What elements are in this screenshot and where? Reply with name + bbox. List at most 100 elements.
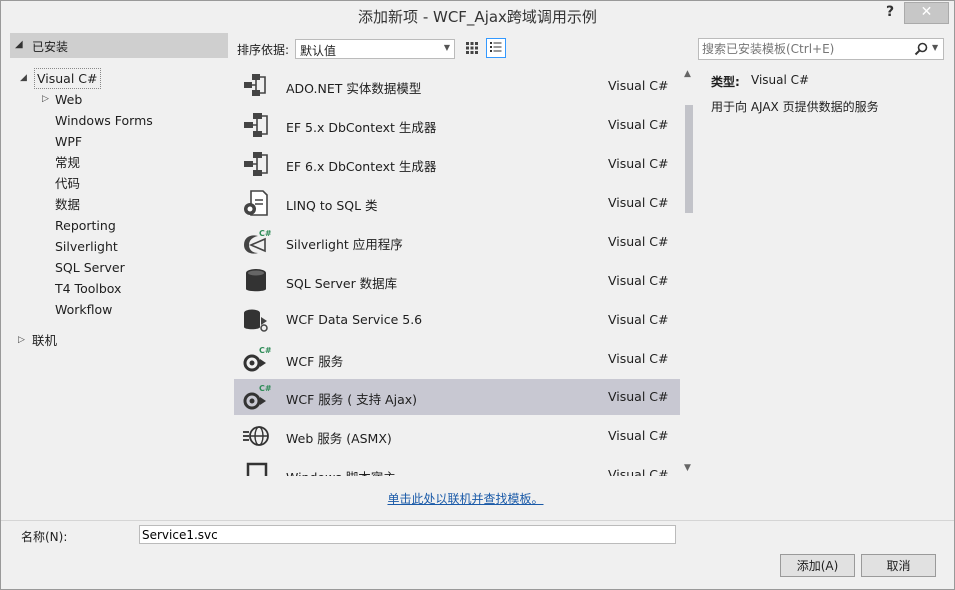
tree-item-online[interactable]: ▷ 联机: [10, 330, 228, 351]
template-language: Visual C#: [608, 273, 669, 288]
tree-item-code[interactable]: 代码: [55, 173, 80, 194]
chevron-down-icon: ▼: [443, 43, 450, 52]
installed-header[interactable]: ◢ 已安装: [10, 33, 228, 58]
tree-item-windows-forms[interactable]: Windows Forms: [55, 110, 153, 131]
template-name: WCF 服务 ( 支持 Ajax): [286, 392, 418, 407]
web-service-icon: [243, 426, 269, 446]
list-view-icon: [490, 42, 502, 52]
template-name: SQL Server 数据库: [286, 276, 398, 291]
template-language: Visual C#: [608, 312, 669, 327]
title-bar: 添加新项 - WCF_Ajax跨域调用示例 ? ✕: [1, 1, 954, 31]
help-button[interactable]: ?: [881, 4, 899, 22]
template-list: ADO.NET 实体数据模型 Visual C# EF 5.x DbContex…: [234, 65, 697, 476]
search-icon[interactable]: [913, 41, 929, 57]
cancel-button[interactable]: 取消: [861, 554, 936, 577]
svg-text:C#: C#: [259, 346, 271, 355]
tree-item-label: Visual C#: [34, 68, 101, 89]
template-name: Web 服务 (ASMX): [286, 431, 392, 446]
template-name: EF 5.x DbContext 生成器: [286, 120, 437, 135]
template-language: Visual C#: [608, 117, 669, 132]
tree-item-web[interactable]: ▷ Web: [10, 89, 228, 110]
collapse-arrow-icon: ◢: [15, 39, 23, 50]
name-label: 名称(N):: [21, 530, 68, 544]
template-name: WCF 服务: [286, 354, 344, 369]
template-name: Windows 脚本宿主: [286, 467, 396, 476]
installed-label: 已安装: [32, 40, 69, 54]
category-tree: ◢ 已安装 ◢ Visual C# ▷ Web Windows Forms WP…: [10, 33, 228, 509]
template-language: Visual C#: [608, 428, 669, 443]
svg-text:C#: C#: [259, 229, 271, 238]
tree-item-label: 联机: [32, 333, 58, 348]
close-button[interactable]: ✕: [904, 2, 949, 24]
entity-model-icon: [244, 74, 266, 96]
template-item-sql-server-database[interactable]: SQL Server 数据库 Visual C#: [234, 263, 680, 299]
template-name: Silverlight 应用程序: [286, 237, 403, 252]
wcf-service-icon: C#: [243, 346, 271, 372]
collapsed-arrow-icon: ▷: [18, 335, 25, 345]
sort-dropdown[interactable]: 默认值 ▼: [295, 39, 455, 59]
template-item-linq-to-sql[interactable]: LINQ to SQL 类 Visual C#: [234, 185, 680, 221]
scroll-up-icon[interactable]: ▲: [684, 69, 691, 79]
linq-to-sql-icon: [244, 190, 268, 216]
template-item-wcf-service[interactable]: C# WCF 服务 Visual C#: [234, 341, 680, 377]
svg-text:C#: C#: [259, 384, 271, 393]
template-description: 用于向 AJAX 页提供数据的服务: [711, 100, 879, 114]
tree-item-sql-server[interactable]: SQL Server: [55, 257, 125, 278]
script-host-icon: [246, 462, 268, 476]
tree-item-general[interactable]: 常规: [55, 152, 80, 173]
add-button[interactable]: 添加(A): [780, 554, 855, 577]
template-language: Visual C#: [608, 78, 669, 93]
template-item-ado-net-entity-model[interactable]: ADO.NET 实体数据模型 Visual C#: [234, 68, 680, 104]
list-view-button[interactable]: [486, 38, 506, 58]
chevron-down-icon[interactable]: ▼: [932, 43, 938, 52]
wcf-ajax-service-icon: C#: [243, 384, 271, 410]
template-item-web-service-asmx[interactable]: Web 服务 (ASMX) Visual C#: [234, 418, 680, 454]
template-item-silverlight-app[interactable]: C# Silverlight 应用程序 Visual C#: [234, 224, 680, 260]
sort-label: 排序依据:: [237, 43, 290, 57]
template-item-wcf-ajax-service[interactable]: C# WCF 服务 ( 支持 Ajax) Visual C#: [234, 379, 680, 415]
grid-view-button[interactable]: [462, 38, 482, 58]
silverlight-icon: C#: [244, 229, 271, 254]
scroll-down-icon[interactable]: ▼: [684, 463, 691, 473]
type-label: 类型:: [711, 75, 740, 89]
template-language: Visual C#: [608, 351, 669, 366]
expanded-arrow-icon: ◢: [20, 73, 27, 83]
template-language: Visual C#: [608, 467, 669, 476]
template-item-ef5-dbcontext[interactable]: EF 5.x DbContext 生成器 Visual C#: [234, 107, 680, 143]
tree-item-label: Web: [55, 92, 83, 107]
ef-generator-icon: [244, 152, 268, 176]
tree-item-silverlight[interactable]: Silverlight: [55, 236, 118, 257]
template-language: Visual C#: [608, 234, 669, 249]
template-item-wcf-data-service[interactable]: WCF Data Service 5.6 Visual C#: [234, 302, 680, 338]
template-language: Visual C#: [608, 156, 669, 171]
online-templates-link[interactable]: 单击此处以联机并查找模板。: [234, 490, 697, 507]
search-input[interactable]: [702, 40, 907, 58]
template-item-ef6-dbcontext[interactable]: EF 6.x DbContext 生成器 Visual C#: [234, 146, 680, 182]
template-name: WCF Data Service 5.6: [286, 312, 423, 327]
type-value: Visual C#: [751, 73, 810, 87]
list-scrollbar[interactable]: ▲ ▼: [681, 65, 697, 476]
name-input[interactable]: [139, 525, 676, 544]
tree-item-visual-csharp[interactable]: ◢ Visual C#: [10, 68, 228, 89]
template-name: EF 6.x DbContext 生成器: [286, 159, 437, 174]
search-box[interactable]: ▼: [698, 38, 944, 60]
sort-value: 默认值: [300, 44, 337, 58]
tree-item-workflow[interactable]: Workflow: [55, 299, 112, 320]
add-new-item-dialog: 添加新项 - WCF_Ajax跨域调用示例 ? ✕ ◢ 已安装 ◢ Visual…: [0, 0, 955, 590]
database-icon: [246, 269, 266, 292]
window-title: 添加新项 - WCF_Ajax跨域调用示例: [358, 8, 597, 26]
template-name: LINQ to SQL 类: [286, 198, 378, 213]
divider: [1, 520, 954, 521]
collapsed-arrow-icon: ▷: [42, 94, 49, 104]
template-language: Visual C#: [608, 195, 669, 210]
template-language: Visual C#: [608, 389, 669, 404]
tree-item-data[interactable]: 数据: [55, 194, 80, 215]
grid-view-icon: [466, 42, 478, 54]
data-service-icon: [244, 309, 268, 332]
ef-generator-icon: [244, 113, 268, 137]
tree-item-reporting[interactable]: Reporting: [55, 215, 116, 236]
tree-item-wpf[interactable]: WPF: [55, 131, 82, 152]
scroll-thumb[interactable]: [685, 105, 693, 213]
template-item-windows-script-host[interactable]: Windows 脚本宿主 Visual C#: [234, 457, 680, 476]
tree-item-t4-toolbox[interactable]: T4 Toolbox: [55, 278, 121, 299]
